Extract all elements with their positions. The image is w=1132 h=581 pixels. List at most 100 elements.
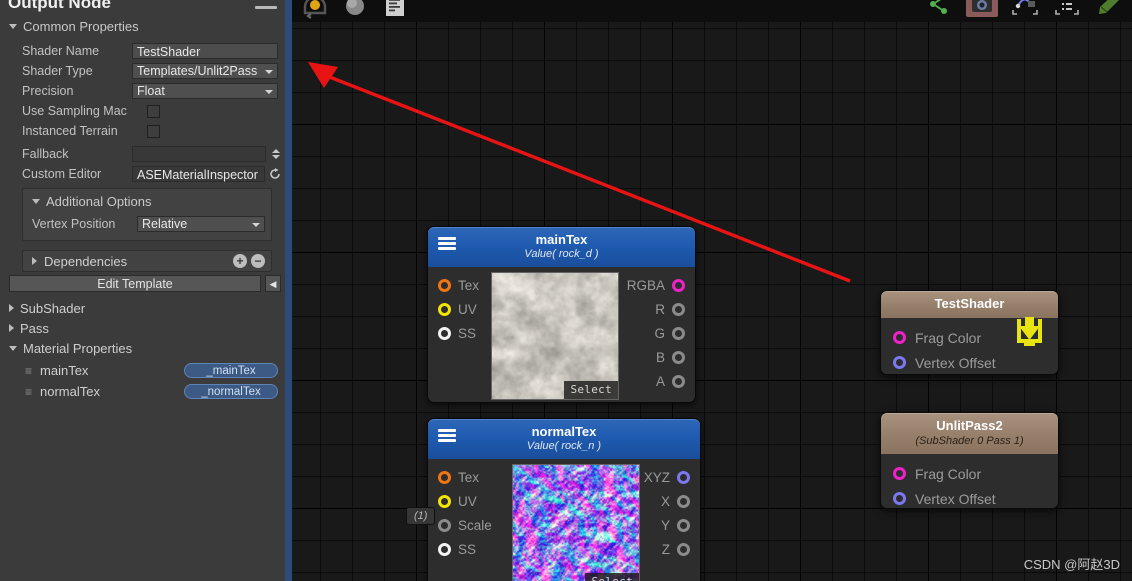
field-label: Use Sampling Mac (22, 104, 127, 118)
port-label: X (660, 493, 670, 509)
material-property-badge[interactable]: _mainTex (184, 363, 278, 378)
port-dot-ss[interactable] (438, 542, 451, 556)
master-node-unlitpass2[interactable]: UnlitPass2 (SubShader 0 Pass 1) Frag Col… (880, 412, 1059, 509)
fallback-spinner[interactable] (271, 147, 280, 161)
cleanup-icon[interactable] (1094, 0, 1124, 18)
node-mainTex[interactable]: mainTex Value( rock_d ) Tex UV SS RGBA R… (427, 226, 696, 403)
port-dot-uv[interactable] (438, 494, 451, 508)
material-property-badge[interactable]: _normalTex (184, 384, 278, 399)
port-dot-r[interactable] (672, 302, 685, 316)
sidebar-scrollbar[interactable] (285, 0, 292, 581)
hamburger-icon[interactable] (438, 429, 456, 442)
master-node-testshader[interactable]: TestShader Frag Color Vertex Offset (880, 290, 1059, 375)
port-dot-vertex-offset[interactable] (893, 492, 906, 505)
master-port-row[interactable]: Vertex Offset (881, 486, 1058, 511)
share-icon[interactable] (924, 0, 954, 18)
port-dot-vertex-offset[interactable] (893, 356, 906, 369)
material-property-row[interactable]: ≡ normalTex _normalTex (9, 381, 281, 402)
page-title: Output Node (8, 0, 111, 12)
node-body: Tex UV Scale SS XYZ X Y Z (428, 459, 700, 581)
node-subtitle: Value( rock_n ) (526, 440, 602, 452)
sphere-preview-icon[interactable] (340, 0, 370, 20)
reset-icon[interactable] (269, 168, 281, 180)
instanced-terrain-checkbox[interactable] (147, 124, 160, 138)
port-dot-frag-color[interactable] (893, 331, 906, 344)
port-dot-x[interactable] (677, 494, 690, 508)
port-dot-a[interactable] (672, 374, 685, 388)
foldout-common-properties[interactable]: Common Properties (9, 16, 281, 37)
port-dot-z[interactable] (677, 542, 690, 556)
node-header[interactable]: mainTex Value( rock_d ) (428, 227, 695, 267)
download-compile-icon[interactable] (1012, 313, 1050, 356)
port-label: Z (661, 541, 670, 557)
port-label: Frag Color (915, 329, 982, 346)
port-dot-g[interactable] (672, 326, 685, 340)
shader-type-dropdown[interactable]: Templates/Unlit2Pass (132, 63, 278, 79)
master-node-subtitle: (SubShader 0 Pass 1) (915, 435, 1024, 447)
field-custom-editor[interactable]: Custom Editor ASEMaterialInspector (22, 164, 281, 184)
sidebar-item-material-properties[interactable]: Material Properties (9, 338, 281, 358)
field-label: Fallback (22, 147, 69, 161)
foldout-label: Common Properties (23, 19, 139, 34)
node-body: Tex UV SS RGBA R G B A Select (428, 267, 695, 400)
port-dot-scale[interactable] (438, 518, 451, 532)
live-preview-icon[interactable] (300, 0, 330, 20)
collapsed-node-badge[interactable]: (1) (406, 507, 436, 525)
sidebar-item-pass[interactable]: Pass (9, 318, 281, 338)
select-texture-button[interactable]: Select (585, 573, 639, 581)
minimize-icon[interactable] (255, 6, 277, 9)
port-dot-b[interactable] (672, 350, 685, 364)
port-dot-uv[interactable] (438, 302, 451, 316)
shader-name-input[interactable]: TestShader (132, 43, 278, 59)
port-dot-y[interactable] (677, 518, 690, 532)
vertex-position-dropdown[interactable]: Relative (137, 216, 265, 232)
foldout-additional-options[interactable]: Additional Options (23, 191, 271, 212)
remove-dependency-button[interactable]: − (251, 254, 265, 268)
camera-icon[interactable] (966, 0, 998, 17)
drag-handle-icon[interactable]: ≡ (25, 385, 32, 399)
port-dot-ss[interactable] (438, 326, 451, 340)
node-header[interactable]: normalTex Value( rock_n ) (428, 419, 700, 459)
console-icon[interactable] (380, 0, 410, 20)
master-port-row[interactable]: Frag Color (881, 461, 1058, 486)
edit-template-button[interactable]: Edit Template (9, 275, 261, 292)
texture-preview-mainTex[interactable]: Select (491, 272, 619, 400)
port-dot-tex[interactable] (438, 470, 451, 484)
node-normalTex[interactable]: normalTex Value( rock_n ) Tex UV Scale S… (427, 418, 701, 581)
port-dot-xyz[interactable] (677, 470, 690, 484)
field-shader-name[interactable]: Shader Name TestShader (22, 41, 281, 61)
precision-dropdown[interactable]: Float (132, 83, 278, 99)
group-dependencies[interactable]: Dependencies + − (22, 250, 272, 272)
master-node-header[interactable]: UnlitPass2 (SubShader 0 Pass 1) (881, 413, 1058, 454)
dropdown-value: Templates/Unlit2Pass (137, 64, 258, 78)
port-label: Scale (458, 517, 492, 533)
collapse-panel-button[interactable]: ◀ (265, 275, 281, 292)
material-property-row[interactable]: ≡ mainTex _mainTex (9, 360, 281, 381)
focus-node-icon[interactable] (1010, 0, 1040, 18)
custom-editor-input[interactable]: ASEMaterialInspector (132, 166, 265, 182)
sidebar-item-subshader[interactable]: SubShader (9, 298, 281, 318)
chevron-down-icon (9, 345, 17, 351)
use-sampling-macros-checkbox[interactable] (147, 104, 160, 118)
field-precision[interactable]: Precision Float (22, 81, 281, 101)
field-shader-type[interactable]: Shader Type Templates/Unlit2Pass (22, 61, 281, 81)
field-use-sampling-macros[interactable]: Use Sampling Mac (22, 101, 281, 121)
field-label: Vertex Position (32, 217, 116, 231)
drag-handle-icon[interactable]: ≡ (25, 364, 32, 378)
field-vertex-position[interactable]: Vertex Position Relative (23, 214, 271, 234)
port-dot-frag-color[interactable] (893, 467, 906, 480)
list-icon[interactable] (1052, 0, 1082, 18)
add-dependency-button[interactable]: + (233, 254, 247, 268)
port-dot-tex[interactable] (438, 278, 451, 292)
fallback-input[interactable] (132, 146, 266, 162)
master-node-title: TestShader (934, 296, 1005, 311)
select-texture-button[interactable]: Select (564, 381, 618, 399)
port-label: Y (660, 517, 670, 533)
node-title: mainTex (535, 232, 588, 247)
texture-preview-normalTex[interactable]: Select (512, 464, 640, 581)
field-instanced-terrain[interactable]: Instanced Terrain (22, 121, 281, 141)
hamburger-icon[interactable] (438, 237, 456, 250)
field-fallback[interactable]: Fallback (22, 144, 281, 164)
port-label: SS (458, 325, 477, 341)
port-dot-rgba[interactable] (672, 278, 685, 292)
